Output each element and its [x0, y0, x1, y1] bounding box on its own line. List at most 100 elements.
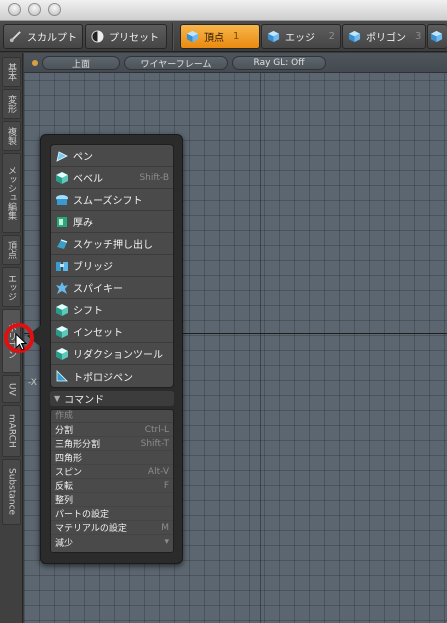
tool-topology-pen[interactable]: トポロジペン	[51, 365, 173, 387]
spikey-icon	[56, 281, 68, 294]
side-tab-label: 変形	[6, 95, 16, 113]
command-shortcut: Ctrl-L	[144, 424, 169, 435]
side-tab-vertex[interactable]: 頂点	[2, 235, 21, 265]
raygl-label: Ray GL: Off	[253, 58, 305, 68]
command-label: 反転	[55, 482, 74, 492]
command-label: スピン	[55, 468, 83, 478]
tool-label: リダクションツール	[73, 350, 163, 361]
mode-edge-number: 2	[328, 31, 335, 42]
command-item[interactable]: 四角形	[51, 451, 173, 465]
tool-shift[interactable]: シフト	[51, 299, 173, 321]
view-type-button[interactable]: 上面	[42, 56, 120, 70]
sculpt-label: スカルプト	[27, 33, 77, 44]
bevel-icon	[56, 171, 68, 184]
command-item[interactable]: 減少 ▾	[51, 535, 173, 549]
pen-icon	[56, 150, 68, 162]
side-tab-label: メッシュ編集	[6, 166, 16, 220]
preset-label: プリセット	[109, 33, 159, 44]
mode-edge-label: エッジ	[285, 33, 315, 44]
mode-vertex-number: 1	[233, 31, 240, 42]
side-tab-uv[interactable]: UV	[2, 375, 21, 403]
toolbar-separator	[172, 23, 174, 50]
tool-label: ベベル	[73, 174, 103, 185]
side-tab-march[interactable]: mARCH	[2, 405, 21, 457]
thicken-icon	[57, 216, 67, 227]
tool-label: インセット	[73, 328, 123, 339]
command-item[interactable]: 整列	[51, 493, 173, 507]
shading-mode-button[interactable]: ワイヤーフレーム	[124, 56, 228, 70]
command-item[interactable]: マテリアルの設定 M	[51, 521, 173, 535]
command-shortcut: F	[163, 480, 169, 491]
mode-material-button[interactable]: マ	[427, 24, 447, 49]
polygon-cube-icon	[348, 30, 361, 43]
inset-icon	[56, 325, 68, 338]
reduction-icon	[56, 347, 68, 360]
tool-shortcut: Shift-B	[139, 172, 169, 183]
tool-sketch-extrude[interactable]: スケッチ押し出し	[51, 233, 173, 255]
tool-reduction[interactable]: リダクションツール	[51, 343, 173, 365]
command-item[interactable]: 反転 F	[51, 479, 173, 493]
side-tab-basic[interactable]: 基本	[2, 57, 21, 87]
dropdown-arrow-icon: ▾	[164, 537, 169, 547]
command-label: 四角形	[55, 454, 83, 464]
window-close-button[interactable]	[8, 3, 21, 16]
command-label: 減少	[55, 538, 74, 549]
side-tab-substance[interactable]: Substance	[2, 459, 21, 525]
tool-bridge[interactable]: ブリッジ	[51, 255, 173, 277]
command-item[interactable]: スピン Alt-V	[51, 465, 173, 479]
command-label: 整列	[55, 496, 74, 506]
command-label: マテリアルの設定	[55, 524, 127, 534]
tool-smooth-shift[interactable]: スムーズシフト	[51, 189, 173, 211]
mode-polygon-label: ポリゴン	[366, 33, 406, 44]
command-shortcut: Alt-V	[147, 466, 169, 477]
side-tab-label: 基本	[6, 63, 16, 81]
side-tab-label: mARCH	[6, 414, 17, 448]
command-label: 三角形分割	[55, 440, 101, 450]
command-shortcut: M	[161, 522, 169, 533]
mode-polygon-number: 3	[415, 31, 422, 42]
mode-polygon-button[interactable]: ポリゴン 3	[342, 24, 426, 49]
shift-icon	[56, 303, 68, 316]
command-item[interactable]: 三角形分割 Shift-T	[51, 437, 173, 451]
tool-spikey[interactable]: スパイキー	[51, 277, 173, 299]
bridge-icon	[56, 261, 68, 271]
tool-label: ブリッジ	[73, 262, 113, 273]
sculpt-brush-icon	[9, 31, 21, 43]
side-tab-duplicate[interactable]: 複製	[2, 121, 21, 151]
commands-section-header[interactable]: ▼ コマンド	[50, 391, 174, 406]
smooth-shift-icon	[56, 194, 68, 205]
side-tab-mesh-edit[interactable]: メッシュ編集	[2, 153, 21, 233]
side-tab-label: エッジ	[6, 273, 16, 301]
raygl-button[interactable]: Ray GL: Off	[232, 56, 326, 70]
mode-vertex-label: 頂点	[204, 33, 224, 44]
window-titlebar	[0, 0, 447, 21]
mode-vertex-button[interactable]: 頂点 1	[180, 24, 260, 49]
side-tab-label: 頂点	[6, 241, 16, 259]
command-subheader: 作成	[51, 410, 173, 423]
tool-pen[interactable]: ペン	[51, 145, 173, 167]
mode-edge-button[interactable]: エッジ 2	[261, 24, 341, 49]
command-item[interactable]: パートの設定	[51, 507, 173, 521]
collapse-triangle-icon: ▼	[54, 394, 61, 403]
side-tab-edge[interactable]: エッジ	[2, 267, 21, 307]
sketch-extrude-icon	[57, 238, 68, 249]
tool-list: ペン ベベル Shift-B スムーズシフト 厚み スケッチ押し出し ブリッジ	[50, 144, 174, 388]
tool-label: スパイキー	[73, 284, 123, 295]
window-zoom-button[interactable]	[48, 3, 61, 16]
sculpt-button[interactable]: スカルプト	[3, 24, 83, 49]
command-item[interactable]: 分割 Ctrl-L	[51, 423, 173, 437]
vertex-cube-icon	[186, 30, 199, 43]
preset-button[interactable]: プリセット	[85, 24, 167, 49]
main-toolbar: スカルプト プリセット 頂点 1 エッジ 2 ポリゴン 3 マ	[0, 21, 447, 52]
command-shortcut: Shift-T	[140, 438, 169, 449]
window-minimize-button[interactable]	[28, 3, 41, 16]
tool-bevel[interactable]: ベベル Shift-B	[51, 167, 173, 189]
edge-cube-icon	[267, 30, 280, 43]
tool-thicken[interactable]: 厚み	[51, 211, 173, 233]
command-list: 作成 分割 Ctrl-L 三角形分割 Shift-T 四角形 スピン Alt-V 反転…	[50, 409, 174, 553]
tool-inset[interactable]: インセット	[51, 321, 173, 343]
polygon-tool-palette: ペン ベベル Shift-B スムーズシフト 厚み スケッチ押し出し ブリッジ	[27, 134, 183, 564]
viewport-menu-dot-icon[interactable]	[32, 60, 38, 66]
side-tab-deform[interactable]: 変形	[2, 89, 21, 119]
topology-pen-icon	[56, 370, 68, 382]
